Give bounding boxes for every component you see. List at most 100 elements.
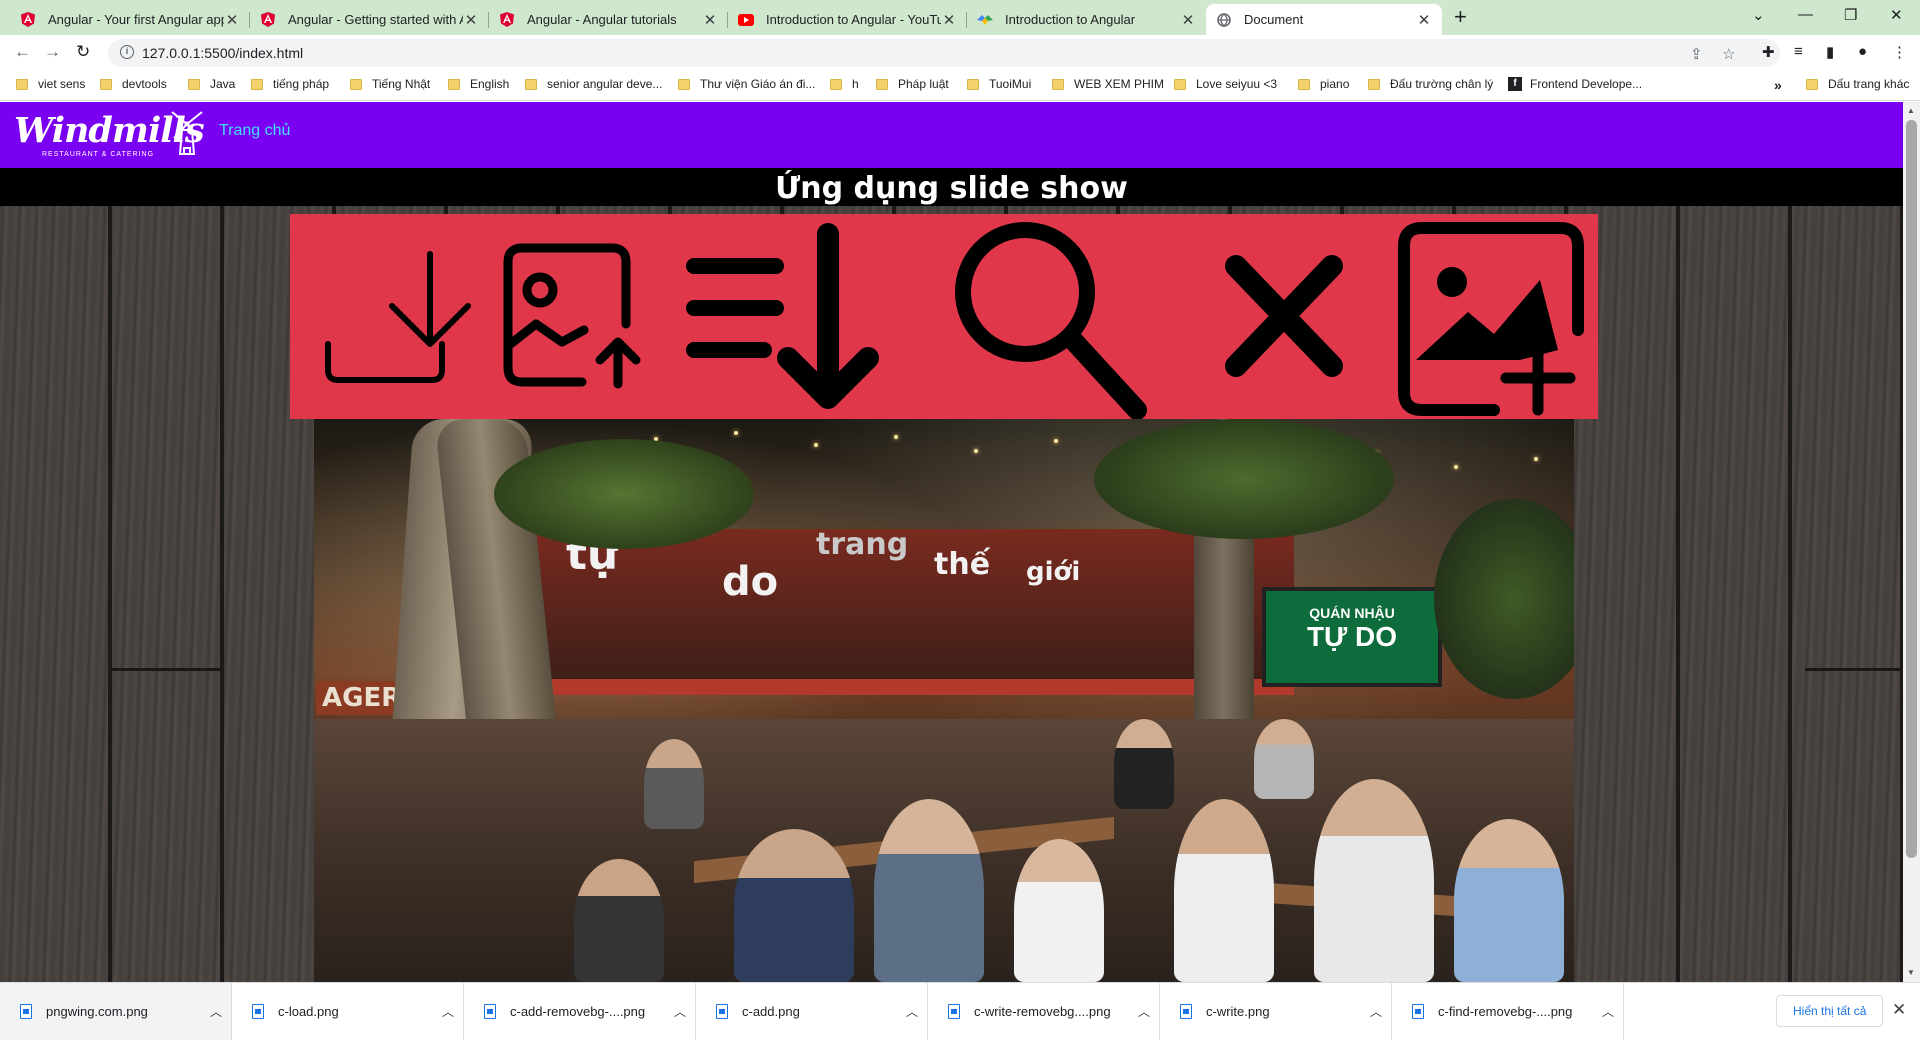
close-icon[interactable]: ✕ bbox=[941, 11, 957, 29]
site-info-icon[interactable]: i bbox=[120, 45, 134, 59]
bookmark-folder[interactable]: English bbox=[448, 77, 509, 91]
forward-button[interactable]: → bbox=[44, 42, 61, 62]
chevron-up-icon[interactable]: ︿ bbox=[433, 1003, 463, 1020]
tab-angular-getting-started[interactable]: Angular - Getting started with Ar ✕ bbox=[250, 4, 489, 35]
new-tab-button[interactable]: + bbox=[1454, 6, 1467, 28]
close-icon[interactable]: ✕ bbox=[1892, 1000, 1906, 1020]
restore-button[interactable]: ❐ bbox=[1844, 6, 1857, 24]
tab-angular-first-app[interactable]: Angular - Your first Angular app ✕ bbox=[10, 4, 250, 35]
tab-search-icon[interactable]: ⌄ bbox=[1752, 6, 1765, 24]
scroll-thumb[interactable] bbox=[1906, 120, 1917, 858]
bookmark-folder[interactable]: tiếng pháp bbox=[251, 77, 329, 91]
download-item[interactable]: pngwing.com.png ︿ bbox=[0, 983, 232, 1040]
bookmark-folder[interactable]: viet sens bbox=[16, 77, 85, 91]
download-filename: c-add.png bbox=[742, 1004, 800, 1019]
bookmark-folder[interactable]: TuoiMui bbox=[967, 77, 1031, 91]
image-file-icon bbox=[716, 1004, 728, 1019]
download-icon[interactable] bbox=[320, 214, 490, 419]
bookmark-folder[interactable]: Love seiyuu <3 bbox=[1174, 77, 1277, 91]
show-all-downloads-button[interactable]: Hiển thị tất cả bbox=[1776, 995, 1884, 1027]
download-item[interactable]: c-load.png ︿ bbox=[232, 983, 464, 1040]
tab-title: Introduction to Angular - YouTub bbox=[766, 12, 941, 27]
more-bookmarks-button[interactable]: » bbox=[1774, 77, 1782, 93]
search-icon[interactable] bbox=[955, 214, 1155, 419]
close-icon[interactable]: ✕ bbox=[463, 11, 479, 29]
page-scrollbar[interactable]: ▲ ▼ bbox=[1903, 102, 1920, 982]
wood-joint bbox=[1805, 668, 1903, 671]
download-item[interactable]: c-add-removebg-....png ︿ bbox=[464, 983, 696, 1040]
extensions-icon[interactable]: ✚ bbox=[1762, 43, 1775, 61]
address-bar[interactable]: i 127.0.0.1:5500/index.html ⇪ ☆ bbox=[108, 39, 1780, 67]
folder-icon bbox=[100, 78, 112, 90]
chevron-up-icon[interactable]: ︿ bbox=[665, 1003, 695, 1020]
string-light bbox=[1454, 465, 1458, 469]
menu-icon[interactable]: ⋮ bbox=[1892, 43, 1907, 61]
profile-icon[interactable]: ● bbox=[1858, 43, 1867, 60]
close-icon[interactable]: ✕ bbox=[224, 11, 240, 29]
media-icon[interactable]: ≡ bbox=[1794, 43, 1803, 60]
download-item[interactable]: c-write.png ︿ bbox=[1160, 983, 1392, 1040]
nav-home-link[interactable]: Trang chủ bbox=[219, 122, 290, 140]
image-file-icon bbox=[484, 1004, 496, 1019]
chevron-up-icon[interactable]: ︿ bbox=[897, 1003, 927, 1020]
download-item[interactable]: c-add.png ︿ bbox=[696, 983, 928, 1040]
windmills-logo[interactable]: Windmills RESTAURANT & CATERING bbox=[14, 110, 205, 158]
tab-intro-angular[interactable]: Introduction to Angular ✕ bbox=[967, 4, 1206, 35]
bookmark-folder[interactable]: Đấu trường chân lý bbox=[1368, 77, 1493, 91]
bookmark-frontend[interactable]: f Frontend Develope... bbox=[1508, 77, 1642, 91]
tab-angular-tutorials[interactable]: Angular - Angular tutorials ✕ bbox=[489, 4, 728, 35]
chevron-up-icon[interactable]: ︿ bbox=[201, 1003, 231, 1020]
chevron-up-icon[interactable]: ︿ bbox=[1593, 1003, 1623, 1020]
youtube-icon bbox=[738, 12, 754, 28]
side-panel-icon[interactable]: ▮ bbox=[1826, 43, 1834, 61]
folder-icon bbox=[1806, 78, 1818, 90]
bookmark-star-icon[interactable]: ☆ bbox=[1722, 45, 1735, 63]
string-light bbox=[974, 449, 978, 453]
folder-icon bbox=[876, 78, 888, 90]
other-bookmarks-folder[interactable]: Dấu trang khác bbox=[1806, 77, 1909, 91]
download-item[interactable]: c-write-removebg....png ︿ bbox=[928, 983, 1160, 1040]
tree-canopy bbox=[494, 439, 754, 549]
share-icon[interactable]: ⇪ bbox=[1690, 45, 1703, 63]
bookmark-folder[interactable]: Pháp luật bbox=[876, 77, 949, 91]
add-image-icon[interactable] bbox=[1390, 214, 1590, 419]
tab-strip: Angular - Your first Angular app ✕ Angul… bbox=[0, 0, 1920, 35]
close-icon[interactable] bbox=[1210, 214, 1360, 419]
image-file-icon bbox=[252, 1004, 264, 1019]
tab-document[interactable]: Document ✕ bbox=[1206, 4, 1442, 35]
image-file-icon bbox=[1180, 1004, 1192, 1019]
person bbox=[1014, 839, 1104, 982]
close-icon[interactable]: ✕ bbox=[702, 11, 718, 29]
chevron-up-icon[interactable]: ︿ bbox=[1129, 1003, 1159, 1020]
string-light bbox=[814, 443, 818, 447]
bookmark-folder[interactable]: Java bbox=[188, 77, 235, 91]
logo-tagline: RESTAURANT & CATERING bbox=[42, 151, 155, 158]
reload-button[interactable]: ↻ bbox=[76, 42, 90, 62]
bookmark-folder[interactable]: senior angular deve... bbox=[525, 77, 662, 91]
close-icon[interactable]: ✕ bbox=[1180, 11, 1196, 29]
tab-title: Introduction to Angular bbox=[1005, 12, 1136, 27]
image-upload-icon[interactable] bbox=[500, 214, 660, 419]
sort-down-icon[interactable] bbox=[680, 214, 880, 419]
tab-youtube-intro-angular[interactable]: Introduction to Angular - YouTub ✕ bbox=[728, 4, 967, 35]
folder-icon bbox=[1298, 78, 1310, 90]
scroll-up-arrow[interactable]: ▲ bbox=[1907, 106, 1915, 115]
bookmark-folder[interactable]: piano bbox=[1298, 77, 1349, 91]
bookmark-folder[interactable]: Thư viện Giáo án đi... bbox=[678, 77, 815, 91]
close-window-button[interactable]: ✕ bbox=[1890, 6, 1903, 24]
download-item[interactable]: c-find-removebg-....png ︿ bbox=[1392, 983, 1624, 1040]
scroll-down-arrow[interactable]: ▼ bbox=[1907, 968, 1915, 977]
folder-icon bbox=[16, 78, 28, 90]
folder-icon bbox=[1052, 78, 1064, 90]
facade-sign: giới bbox=[1026, 557, 1081, 587]
bookmark-folder[interactable]: Tiếng Nhật bbox=[350, 77, 430, 91]
bookmark-folder[interactable]: h bbox=[830, 77, 859, 91]
facade-sign: do bbox=[722, 559, 779, 605]
bookmark-folder[interactable]: WEB XEM PHIM bbox=[1052, 77, 1164, 91]
back-button[interactable]: ← bbox=[14, 42, 31, 62]
close-icon[interactable]: ✕ bbox=[1416, 11, 1432, 29]
folder-icon bbox=[967, 78, 979, 90]
bookmark-folder[interactable]: devtools bbox=[100, 77, 167, 91]
chevron-up-icon[interactable]: ︿ bbox=[1361, 1003, 1391, 1020]
minimize-button[interactable]: — bbox=[1798, 6, 1813, 23]
